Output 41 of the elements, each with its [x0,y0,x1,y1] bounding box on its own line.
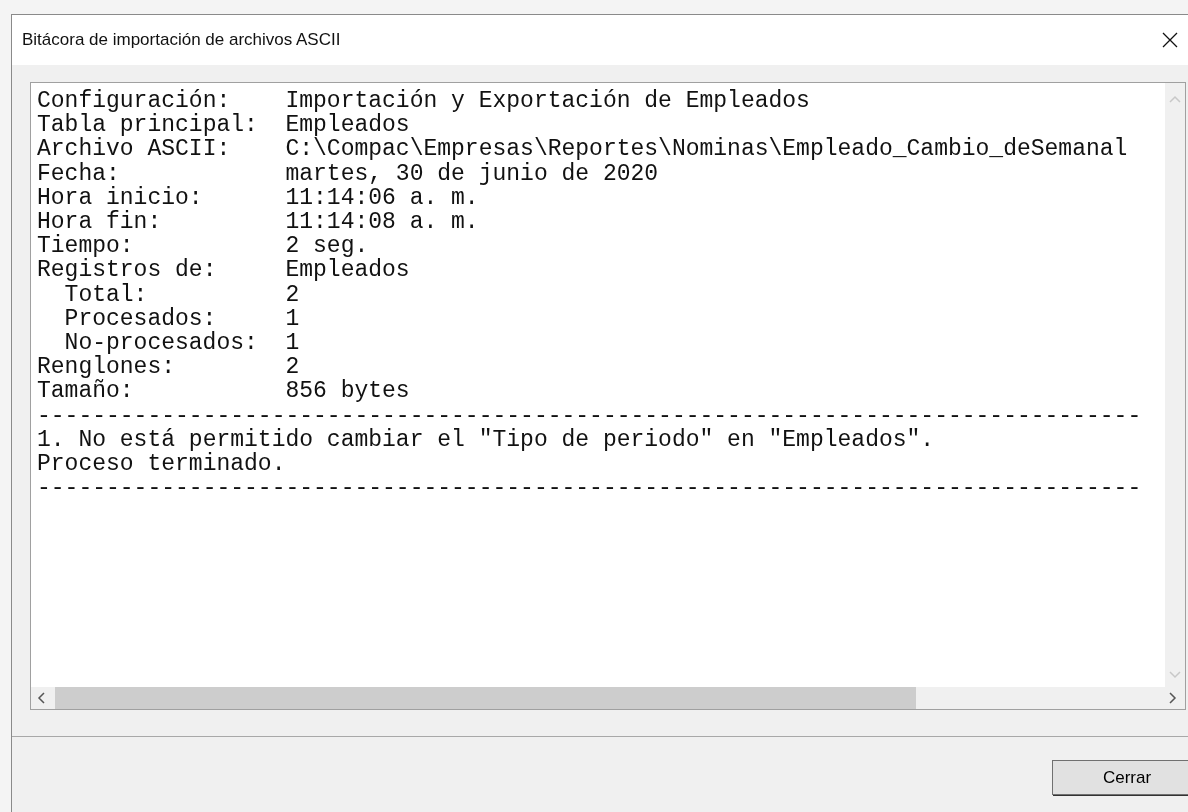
field-value: 11:14:08 a. m. [285,210,479,235]
field-value: C:\Compac\Empresas\Reportes\Nominas\Empleado_Cambio_deSemanal [285,137,1128,162]
window-title: Bitácora de importación de archivos ASCII [22,30,341,50]
field-label: Tiempo: [37,234,134,259]
field-value: 856 bytes [285,379,410,404]
field-label: Hora fin: [37,210,163,235]
field-label: Hora inicio: [37,185,204,210]
dashed-separator: -------------------------------------------------------------------------------- [37,476,1142,501]
scroll-up-icon[interactable] [1169,95,1181,103]
log-message: Proceso terminado. [37,452,286,477]
scroll-thumb[interactable] [55,687,917,709]
scroll-right-icon[interactable] [1169,692,1177,704]
field-label: Procesados: [63,306,217,332]
field-value: 11:14:06 a. m. [285,185,479,210]
field-label: No-procesados: [64,331,259,356]
dashed-separator: -------------------------------------------------------------------------------- [37,403,1142,428]
field-value: Importación y Exportación de Empleados [285,89,810,114]
field-value: 2 [285,282,300,307]
scroll-down-icon[interactable] [1169,671,1181,679]
field-value: 1 [285,306,300,332]
field-label: Configuración: [37,89,231,114]
field-value: 2 [285,355,300,380]
vertical-scrollbar[interactable] [1165,83,1185,687]
log-message: 1. No está permitido cambiar el "Tipo de periodo" en "Empleados". [37,427,935,453]
scroll-left-icon[interactable] [37,692,45,704]
field-label: Archivo ASCII: [37,137,232,162]
field-value: 1 [285,331,300,356]
field-value: martes, 30 de junio de 2020 [285,161,659,186]
field-value: Empleados [285,258,410,283]
close-icon[interactable] [1162,32,1178,48]
field-label: Total: [63,282,148,307]
close-button[interactable]: Cerrar [1052,760,1188,795]
field-value: Empleados [285,113,410,138]
field-label: Registros de: [37,258,218,283]
field-value: 2 seg. [285,234,369,259]
field-label: Renglones: [37,355,176,380]
field-label: Fecha: [37,161,120,186]
field-label: Tamaño: [37,379,134,404]
horizontal-scrollbar[interactable] [31,687,1185,709]
field-label: Tabla principal: [37,113,259,138]
log-text-area[interactable] [30,82,1186,710]
